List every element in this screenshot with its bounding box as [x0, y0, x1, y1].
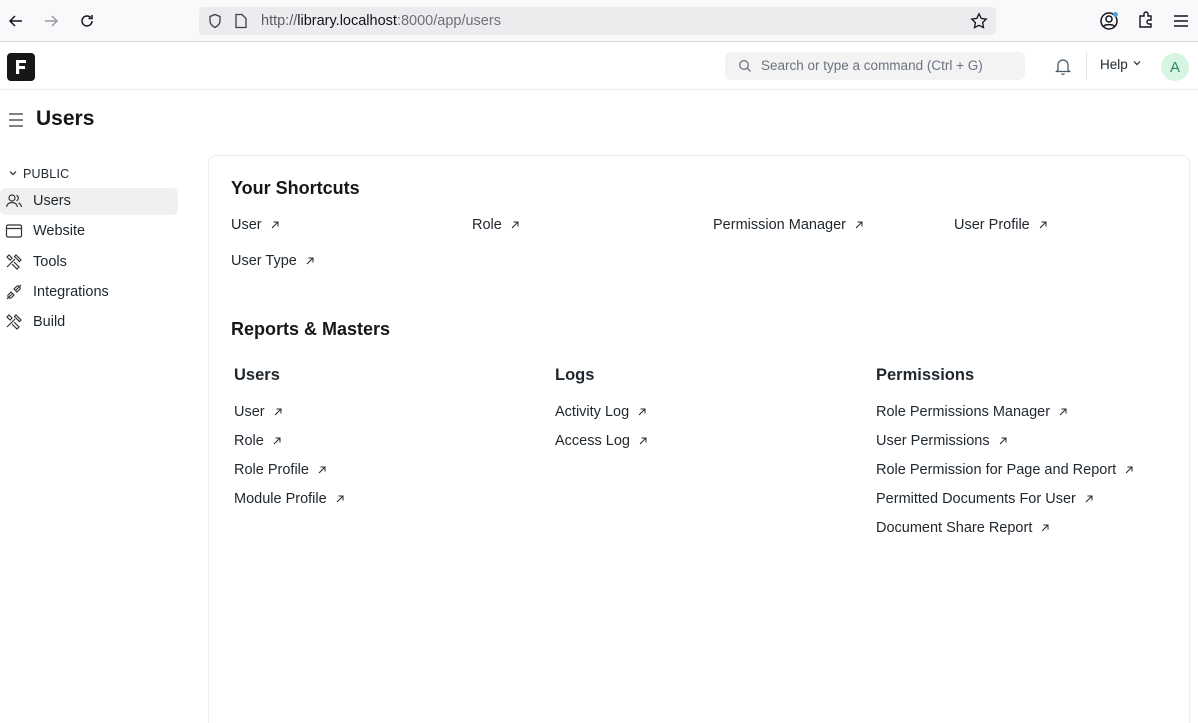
notification-bell-icon[interactable]: [1052, 55, 1074, 77]
help-label: Help: [1100, 57, 1128, 72]
sidebar-item-integrations[interactable]: Integrations: [0, 279, 178, 306]
shortcut-label: Permission Manager: [713, 217, 846, 233]
arrow-up-right-icon: [1042, 524, 1049, 532]
card-title-users: Users: [234, 366, 280, 384]
arrow-up-right-icon: [273, 437, 281, 445]
report-link[interactable]: Role: [234, 433, 281, 449]
report-link[interactable]: Role Permissions Manager: [876, 404, 1067, 420]
page-title: Users: [36, 107, 95, 130]
sidebar-item-tools[interactable]: Tools: [0, 249, 178, 276]
report-link-label: Role Profile: [234, 462, 309, 478]
arrow-up-right-icon: [336, 495, 344, 503]
report-link-label: Access Log: [555, 433, 630, 449]
url-text: http://library.localhost:8000/app/users: [261, 13, 501, 29]
reports-title: Reports & Masters: [231, 319, 391, 339]
bookmark-star-icon[interactable]: [970, 12, 988, 35]
search-icon: [738, 59, 752, 78]
report-link[interactable]: Access Log: [555, 433, 647, 449]
card-title-permissions: Permissions: [876, 366, 975, 384]
arrow-up-right-icon: [274, 408, 282, 416]
workspace-card: [208, 155, 1190, 723]
reload-icon[interactable]: [76, 10, 98, 32]
users-icon: [5, 192, 23, 210]
report-link[interactable]: Role Permission for Page and Report: [876, 462, 1133, 478]
shortcut-user-type[interactable]: User Type: [231, 253, 314, 269]
report-link-label: Role Permission for Page and Report: [876, 462, 1117, 478]
shortcut-label: User Type: [231, 253, 297, 269]
arrow-up-right-icon: [318, 466, 326, 474]
search-input[interactable]: Search or type a command (Ctrl + G): [725, 52, 1025, 80]
chevron-down-icon: [8, 167, 18, 181]
report-link-label: User Permissions: [876, 433, 990, 449]
browser-toolbar: http://library.localhost:8000/app/users: [0, 0, 1198, 42]
shortcut-user-profile[interactable]: User Profile: [954, 217, 1047, 233]
arrow-up-right-icon: [1059, 408, 1067, 416]
integrations-icon: [5, 283, 23, 301]
arrow-up-right-icon: [306, 257, 314, 265]
arrow-up-right-icon: [271, 221, 279, 229]
report-link-label: User: [234, 404, 265, 420]
arrow-up-right-icon: [639, 437, 647, 445]
sidebar-item-label: Integrations: [33, 284, 109, 300]
sidebar-item-build[interactable]: Build: [0, 309, 178, 336]
arrow-up-right-icon: [638, 408, 646, 416]
report-link-label: Module Profile: [234, 491, 327, 507]
sidebar-item-label: Users: [33, 193, 71, 209]
app-navbar: Search or type a command (Ctrl + G) Help…: [0, 42, 1198, 90]
report-link[interactable]: Permitted Documents For User: [876, 491, 1093, 507]
sidebar-item-label: Build: [33, 314, 66, 330]
account-icon[interactable]: [1099, 11, 1119, 36]
shortcuts-title: Your Shortcuts: [231, 178, 360, 198]
avatar[interactable]: A: [1161, 53, 1189, 81]
sidebar-section-public[interactable]: PUBLIC: [8, 167, 69, 181]
report-link-label: Document Share Report: [876, 520, 1033, 536]
address-bar[interactable]: http://library.localhost:8000/app/users: [199, 7, 996, 35]
card-title-logs: Logs: [555, 366, 595, 384]
shortcut-role[interactable]: Role: [472, 217, 519, 233]
chevron-down-icon: [1131, 57, 1143, 72]
report-link[interactable]: Module Profile: [234, 491, 344, 507]
report-link[interactable]: Role Profile: [234, 462, 326, 478]
sidebar-section-label: PUBLIC: [23, 167, 70, 181]
report-link[interactable]: Document Share Report: [876, 520, 1049, 536]
report-link-label: Activity Log: [555, 404, 630, 420]
report-link[interactable]: Activity Log: [555, 404, 646, 420]
navbar-divider: [1086, 52, 1087, 80]
sidebar-toggle-icon[interactable]: [8, 111, 24, 129]
app-logo[interactable]: [7, 53, 35, 81]
search-placeholder: Search or type a command (Ctrl + G): [761, 58, 983, 73]
shortcut-label: Role: [472, 217, 502, 233]
sidebar-item-users[interactable]: Users: [0, 188, 178, 215]
sidebar-item-website[interactable]: Website: [0, 218, 178, 245]
shortcut-permission-manager[interactable]: Permission Manager: [713, 217, 863, 233]
sidebar-item-label: Website: [33, 223, 86, 239]
help-dropdown[interactable]: Help: [1100, 57, 1143, 72]
arrow-up-right-icon: [1125, 466, 1133, 474]
browser-menu-icon[interactable]: [1173, 13, 1189, 34]
sidebar-item-label: Tools: [33, 254, 67, 270]
report-link-label: Permitted Documents For User: [876, 491, 1076, 507]
arrow-up-right-icon: [1085, 495, 1093, 503]
report-link-label: Role Permissions Manager: [876, 404, 1051, 420]
shortcut-label: User Profile: [954, 217, 1030, 233]
shortcut-user[interactable]: User: [231, 217, 279, 233]
arrow-up-right-icon: [1039, 221, 1047, 229]
arrow-up-right-icon: [855, 221, 863, 229]
shortcut-label: User: [231, 217, 262, 233]
arrow-up-right-icon: [999, 437, 1007, 445]
forward-icon[interactable]: [40, 10, 62, 32]
arrow-up-right-icon: [511, 221, 519, 229]
shield-icon: [207, 13, 223, 34]
report-link[interactable]: User: [234, 404, 282, 420]
report-link[interactable]: User Permissions: [876, 433, 1007, 449]
build-icon: [5, 313, 23, 331]
report-link-label: Role: [234, 433, 264, 449]
back-icon[interactable]: [5, 10, 27, 32]
extensions-icon[interactable]: [1137, 11, 1155, 34]
website-icon: [5, 222, 23, 240]
tools-icon: [5, 253, 23, 271]
page-icon: [234, 13, 248, 34]
